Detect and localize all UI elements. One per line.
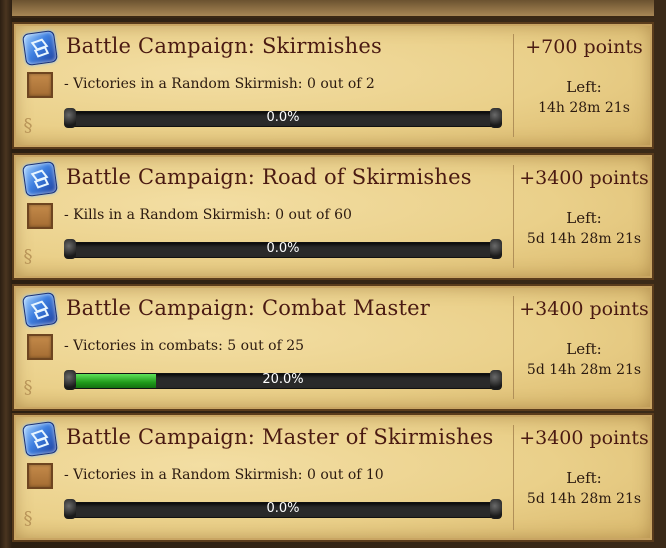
time-left-value: 5d 14h 28m 21s (526, 231, 642, 247)
quest-checkbox[interactable] (27, 203, 53, 229)
time-left-value: 5d 14h 28m 21s (526, 491, 642, 507)
quest-progress-bar: 0.0% (64, 239, 502, 259)
ornament-icon: § (23, 115, 33, 136)
ornament-icon: § (23, 377, 33, 398)
quest-card[interactable]: Battle Campaign: Skirmishes - Victories … (12, 22, 654, 149)
divider-line (513, 296, 514, 399)
quest-objective: - Kills in a Random Skirmish: 0 out of 6… (64, 207, 352, 223)
campaign-scroll-icon (21, 291, 59, 329)
quest-title: Battle Campaign: Combat Master (66, 296, 430, 320)
quest-title: Battle Campaign: Master of Skirmishes (66, 425, 494, 449)
time-left-label: Left: (566, 469, 602, 487)
time-left-label: Left: (566, 78, 602, 96)
time-left-label: Left: (566, 340, 602, 358)
campaign-scroll-icon (21, 420, 59, 458)
ornament-icon: § (23, 508, 33, 529)
time-left-value: 5d 14h 28m 21s (526, 362, 642, 378)
progress-label: 0.0% (266, 501, 300, 516)
campaign-scroll-icon (21, 29, 59, 67)
reward-points: +3400 points (519, 167, 649, 189)
quest-title: Battle Campaign: Skirmishes (66, 34, 382, 58)
quest-card[interactable]: Battle Campaign: Combat Master - Victori… (12, 284, 654, 411)
reward-points: +3400 points (519, 427, 649, 449)
quest-card[interactable]: Battle Campaign: Master of Skirmishes - … (12, 413, 654, 542)
progress-label: 0.0% (266, 241, 300, 256)
top-frame-strip (12, 0, 654, 18)
divider-line (513, 425, 514, 530)
reward-points: +700 points (525, 36, 643, 58)
quest-progress-bar: 20.0% (64, 370, 502, 390)
campaign-scroll-icon (21, 160, 59, 198)
quest-objective: - Victories in a Random Skirmish: 0 out … (64, 467, 384, 483)
quest-card[interactable]: Battle Campaign: Road of Skirmishes - Ki… (12, 153, 654, 280)
progress-label: 20.0% (262, 372, 304, 387)
quest-progress-bar: 0.0% (64, 108, 502, 128)
quest-objective: - Victories in a Random Skirmish: 0 out … (64, 76, 375, 92)
quest-checkbox[interactable] (27, 463, 53, 489)
quest-progress-bar: 0.0% (64, 499, 502, 519)
divider-line (513, 34, 514, 137)
quest-checkbox[interactable] (27, 334, 53, 360)
reward-points: +3400 points (519, 298, 649, 320)
quest-checkbox[interactable] (27, 72, 53, 98)
time-left-label: Left: (566, 209, 602, 227)
progress-label: 0.0% (266, 110, 300, 125)
time-left-value: 14h 28m 21s (538, 100, 630, 116)
ornament-icon: § (23, 246, 33, 267)
quest-title: Battle Campaign: Road of Skirmishes (66, 165, 472, 189)
quest-objective: - Victories in combats: 5 out of 25 (64, 338, 305, 354)
divider-line (513, 165, 514, 268)
